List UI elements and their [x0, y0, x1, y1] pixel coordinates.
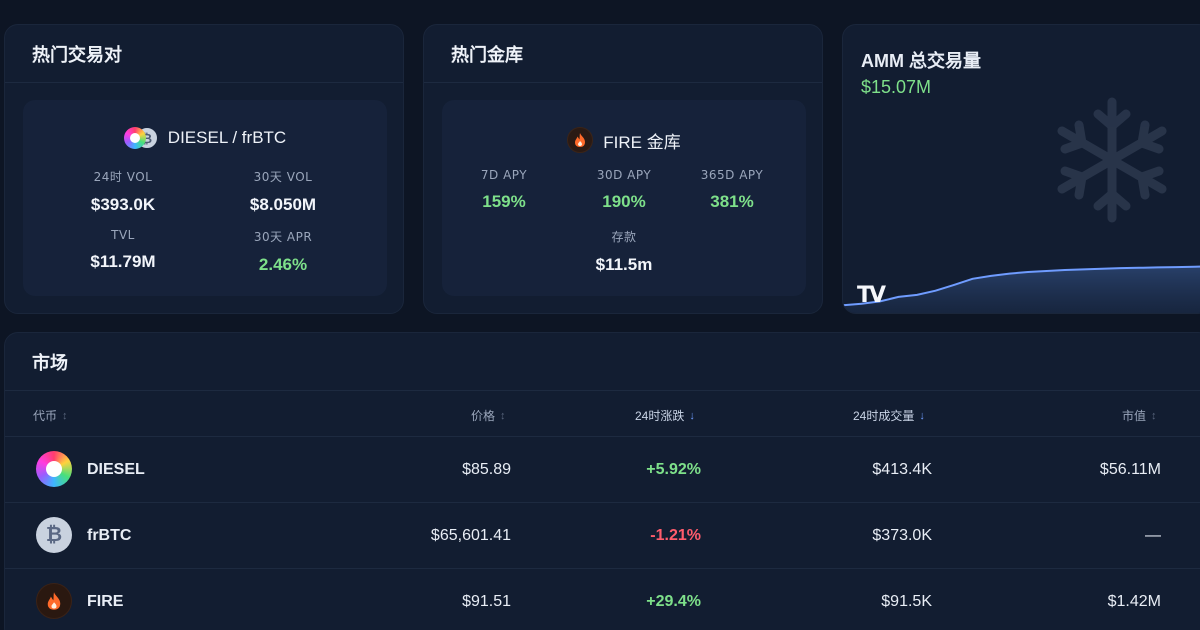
- mcap-cell: $1.42M: [1107, 593, 1161, 610]
- stat-label: 24时 VOL: [93, 170, 153, 184]
- hot-pairs-card: 热门交易对 ₿ DIESEL / frBTC 24时 VOL $393.0K 3…: [4, 24, 404, 314]
- header-volume[interactable]: 24时成交量 ↓: [853, 407, 925, 424]
- stat-value: $11.5m: [595, 255, 653, 274]
- fire-icon: [36, 583, 72, 619]
- stat-label: TVL: [111, 228, 135, 242]
- mcap-cell: $56.11M: [1099, 461, 1161, 478]
- sort-icon: ↕: [1151, 409, 1157, 422]
- table-row[interactable]: ₿ frBTC $65,601.41 -1.21% $373.0K —: [5, 503, 1200, 569]
- diesel-icon: [123, 127, 146, 149]
- price-cell: $85.89: [462, 461, 511, 478]
- vault-name: FIRE 金库: [603, 132, 681, 152]
- token-name: FIRE: [87, 593, 124, 610]
- change-cell: +5.92%: [646, 461, 701, 478]
- change-cell: +29.4%: [646, 593, 701, 610]
- pair-title: ₿ DIESEL / frBTC: [23, 127, 387, 149]
- stat-label: 30D APY: [596, 168, 652, 182]
- header-change-label: 24时涨跌: [635, 409, 685, 423]
- header-token-label: 代币: [33, 409, 58, 423]
- hot-pair-panel[interactable]: ₿ DIESEL / frBTC 24时 VOL $393.0K 30天 VOL…: [23, 100, 387, 296]
- volume-cell: $373.0K: [872, 527, 932, 544]
- table-row[interactable]: DIESEL $85.89 +5.92% $413.4K $56.11M: [5, 437, 1200, 503]
- stat-value: $11.79M: [90, 252, 156, 271]
- stat-value: $393.0K: [90, 195, 156, 214]
- hot-vaults-card: 热门金库 FIRE 金库 7D APY 159% 30D APY 190% 36…: [423, 24, 823, 314]
- sort-down-icon: ↓: [689, 409, 695, 422]
- sort-down-icon: ↓: [919, 409, 925, 422]
- price-cell: $65,601.41: [430, 527, 511, 544]
- stat-label: 30天 APR: [253, 230, 313, 244]
- bitcoin-icon: ₿: [36, 517, 72, 553]
- stat-value: $8.050M: [249, 195, 317, 214]
- stat-value: 2.46%: [258, 255, 308, 274]
- header-price[interactable]: 价格 ↕: [471, 407, 506, 424]
- header-mcap[interactable]: 市值 ↕: [1122, 407, 1157, 424]
- amm-total-volume: $15.07M: [861, 77, 932, 97]
- hot-pairs-title: 热门交易对: [5, 25, 403, 83]
- tradingview-logo[interactable]: TV: [857, 283, 886, 308]
- stat-365d-apy: 365D APY 381%: [672, 168, 792, 212]
- stat-value: 190%: [602, 192, 646, 211]
- market-card: 市场 代币 ↕ 价格 ↕ 24时涨跌 ↓ 24时成交量 ↓ 市值 ↕ DIESE…: [4, 332, 1200, 630]
- token-name: DIESEL: [87, 461, 145, 478]
- stat-value: 381%: [710, 192, 754, 211]
- hot-vault-panel[interactable]: FIRE 金库 7D APY 159% 30D APY 190% 365D AP…: [442, 100, 806, 296]
- table-header: 代币 ↕ 价格 ↕ 24时涨跌 ↓ 24时成交量 ↓ 市值 ↕: [5, 391, 1200, 437]
- header-volume-label: 24时成交量: [853, 409, 915, 423]
- header-mcap-label: 市值: [1122, 409, 1147, 423]
- stat-value: 159%: [482, 192, 526, 211]
- price-cell: $91.51: [462, 593, 511, 610]
- mcap-cell: —: [1145, 527, 1161, 544]
- stat-label: 365D APY: [700, 168, 764, 182]
- stat-tvl: TVL $11.79M: [53, 228, 193, 272]
- stat-deposits: 存款 $11.5m: [564, 228, 684, 275]
- amm-volume-card: AMM 总交易量 $15.07M TV: [842, 24, 1200, 314]
- vault-title: FIRE 金库: [442, 127, 806, 153]
- stat-label: 30天 VOL: [253, 170, 313, 184]
- stat-24h-vol: 24时 VOL $393.0K: [53, 168, 193, 215]
- stat-label: 存款: [611, 230, 637, 244]
- stat-30d-apr: 30天 APR 2.46%: [213, 228, 353, 275]
- volume-cell: $91.5K: [881, 593, 932, 610]
- stat-label: 7D APY: [480, 168, 528, 182]
- stat-30d-vol: 30天 VOL $8.050M: [213, 168, 353, 215]
- fire-icon: [567, 127, 594, 153]
- tradingview-logo-text: TV: [857, 283, 886, 308]
- header-price-label: 价格: [471, 409, 496, 423]
- amm-volume-chart[interactable]: [843, 205, 1200, 314]
- change-cell: -1.21%: [650, 527, 701, 544]
- stat-30d-apy: 30D APY 190%: [564, 168, 684, 212]
- hot-vaults-title: 热门金库: [424, 25, 822, 83]
- token-name: frBTC: [87, 527, 132, 544]
- header-change[interactable]: 24时涨跌 ↓: [635, 407, 695, 424]
- market-title: 市场: [5, 333, 1200, 391]
- diesel-icon: [36, 451, 72, 487]
- pair-name: DIESEL / frBTC: [167, 128, 287, 147]
- volume-cell: $413.4K: [872, 461, 932, 478]
- table-row[interactable]: FIRE $91.51 +29.4% $91.5K $1.42M: [5, 569, 1200, 630]
- stat-7d-apy: 7D APY 159%: [444, 168, 564, 212]
- header-token[interactable]: 代币 ↕: [33, 407, 68, 424]
- amm-title: AMM 总交易量: [861, 51, 981, 71]
- sort-icon: ↕: [500, 409, 506, 422]
- sort-icon: ↕: [62, 409, 68, 422]
